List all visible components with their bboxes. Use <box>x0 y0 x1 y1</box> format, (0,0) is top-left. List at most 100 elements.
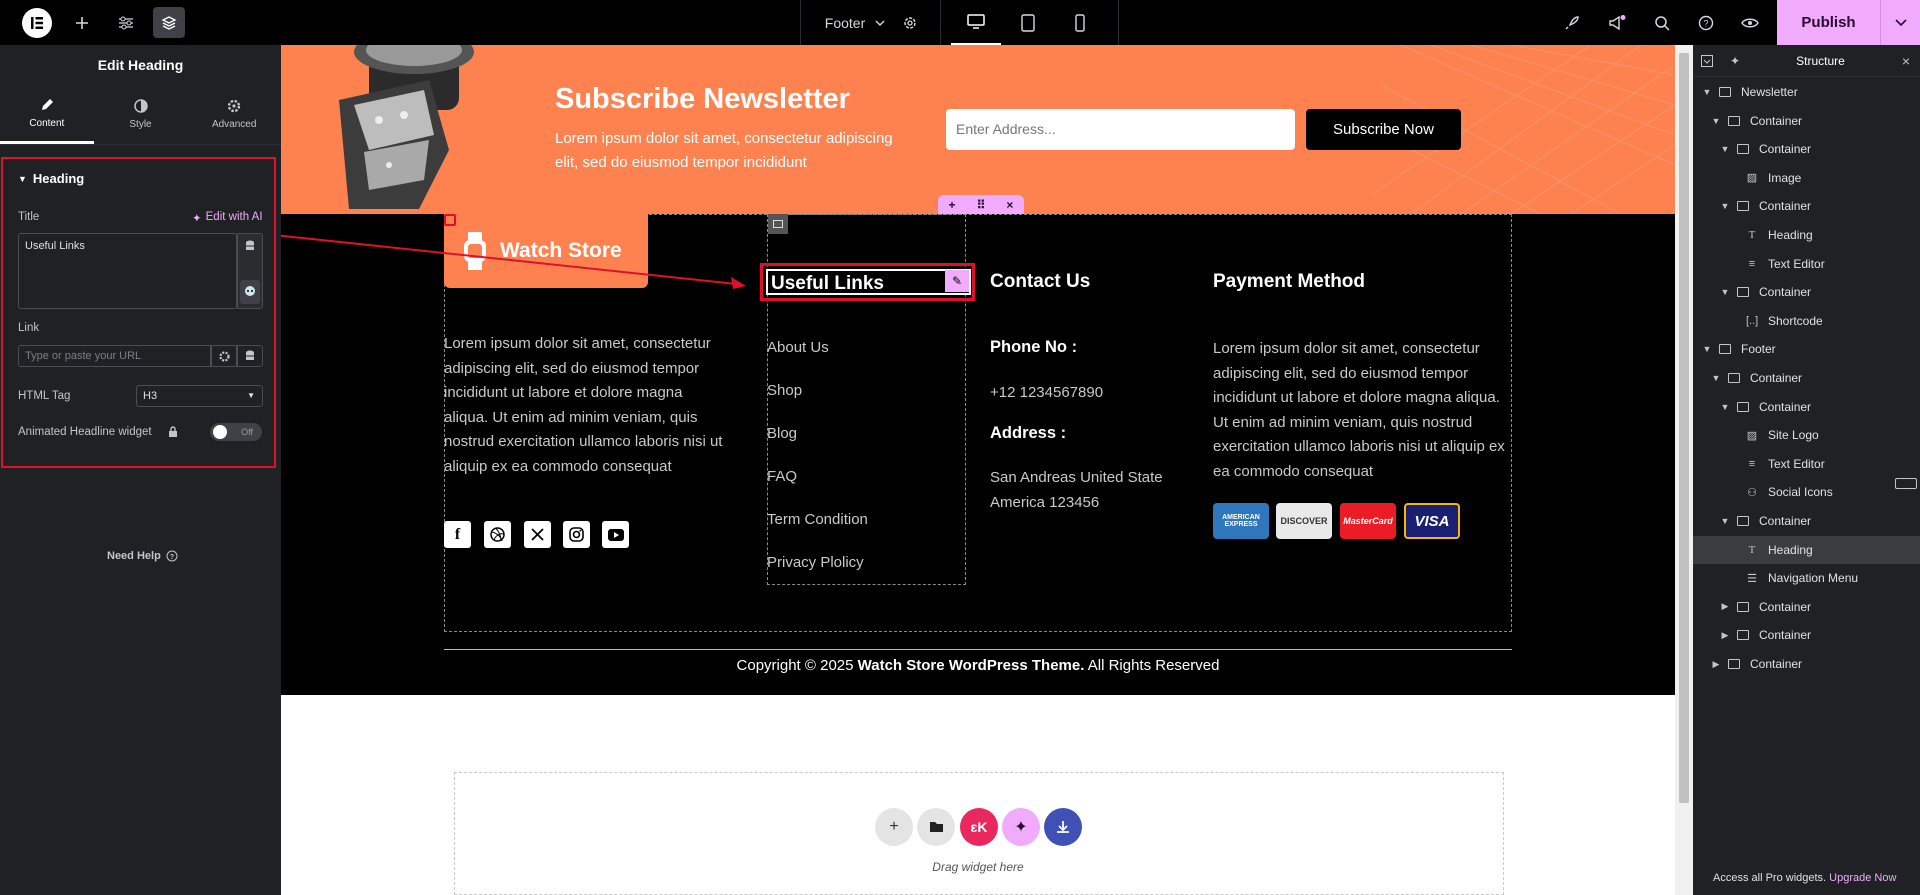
structure-item[interactable]: ⚇ Social Icons <box>1693 478 1920 506</box>
ai-sparkle-icon: ✦ <box>192 213 202 225</box>
drag-handle-icon[interactable]: ⠿ <box>977 198 986 212</box>
template-dropdown[interactable]: Footer <box>810 0 900 45</box>
close-icon[interactable]: × <box>1006 198 1013 212</box>
subscribe-button[interactable]: Subscribe Now <box>1306 109 1461 150</box>
layers-icon[interactable] <box>153 7 185 38</box>
desktop-view-icon[interactable] <box>951 0 1001 45</box>
title-label: Title <box>18 211 40 223</box>
link-options-gear-icon[interactable] <box>211 345 237 367</box>
structure-item[interactable]: ≡ Text Editor <box>1693 250 1920 278</box>
handle-icon[interactable] <box>1895 478 1917 489</box>
animated-headline-toggle[interactable]: Off <box>210 423 262 441</box>
elementskit-icon[interactable]: ɛK <box>960 808 998 846</box>
structure-item[interactable]: ▨ Site Logo <box>1693 421 1920 449</box>
youtube-icon[interactable] <box>602 521 629 548</box>
dribbble-icon[interactable] <box>484 521 511 548</box>
edit-with-ai-button[interactable]: ✦ Edit with AI <box>192 211 263 225</box>
rocket-icon[interactable] <box>1560 0 1584 45</box>
tablet-view-icon[interactable] <box>1003 0 1053 45</box>
instagram-icon[interactable] <box>563 521 590 548</box>
x-twitter-icon[interactable] <box>524 521 551 548</box>
structure-item[interactable]: ▼ Container <box>1693 278 1920 306</box>
caret-icon[interactable]: ▼ <box>1710 116 1722 126</box>
link-dynamic-database-icon[interactable] <box>237 345 263 367</box>
title-textarea[interactable]: Useful Links <box>18 233 237 309</box>
nav-link-shop[interactable]: Shop <box>767 382 802 399</box>
tab-style[interactable]: Style <box>94 85 188 144</box>
search-icon[interactable] <box>1650 0 1674 45</box>
ai-avatar-icon[interactable] <box>240 280 260 304</box>
structure-item[interactable]: ▨ Image <box>1693 164 1920 192</box>
structure-item[interactable]: ▼ Container <box>1693 393 1920 421</box>
pro-text: Access all Pro widgets. <box>1713 872 1830 884</box>
scrollbar-thumb[interactable] <box>1679 53 1689 803</box>
structure-item[interactable]: ▶ Container <box>1693 650 1920 678</box>
structure-item[interactable]: ▼ Container <box>1693 364 1920 392</box>
html-tag-label: HTML Tag <box>18 390 71 402</box>
caret-icon[interactable]: ▼ <box>1719 402 1731 412</box>
chevron-down-icon[interactable] <box>1880 0 1920 45</box>
ai-sparkle-icon[interactable]: ✦ <box>1721 54 1749 68</box>
structure-item-label: Container <box>1759 514 1812 528</box>
need-help-link[interactable]: Need Help? <box>107 550 178 562</box>
site-settings-icon[interactable] <box>112 0 140 45</box>
mobile-view-icon[interactable] <box>1055 0 1105 45</box>
preview-eye-icon[interactable] <box>1738 0 1762 45</box>
help-icon[interactable]: ? <box>1694 0 1718 45</box>
add-element-icon[interactable] <box>68 0 96 45</box>
section-heading-toggle[interactable]: ▼ Heading <box>18 171 84 186</box>
caret-icon[interactable]: ▶ <box>1710 659 1722 670</box>
nav-link-privacy[interactable]: Privacy Plolicy <box>767 554 864 571</box>
structure-item[interactable]: [..] Shortcode <box>1693 307 1920 335</box>
edit-widget-pencil-icon[interactable]: ✎ <box>945 270 969 292</box>
add-section-plus-icon[interactable]: + <box>875 808 913 846</box>
tab-advanced[interactable]: Advanced <box>187 85 281 144</box>
structure-item[interactable]: ☰ Navigation Menu <box>1693 564 1920 592</box>
canvas-scrollbar[interactable] <box>1675 45 1693 895</box>
structure-item[interactable]: T Heading <box>1693 221 1920 249</box>
elementor-logo-icon[interactable] <box>22 8 52 38</box>
nav-link-blog[interactable]: Blog <box>767 425 797 442</box>
structure-item[interactable]: ≡ Text Editor <box>1693 450 1920 478</box>
caret-icon[interactable]: ▶ <box>1719 601 1731 612</box>
nav-link-about[interactable]: About Us <box>767 339 829 356</box>
database-icon[interactable] <box>245 240 255 252</box>
structure-item[interactable]: ▼ Container <box>1693 135 1920 163</box>
caret-icon[interactable]: ▼ <box>1719 144 1731 154</box>
useful-links-heading[interactable]: Useful Links <box>766 269 971 295</box>
caret-icon[interactable]: ▶ <box>1719 630 1731 641</box>
structure-item[interactable]: ▼ Container <box>1693 507 1920 535</box>
email-input[interactable]: Enter Address... <box>946 109 1295 150</box>
structure-item[interactable]: ▶ Container <box>1693 593 1920 621</box>
caret-icon[interactable]: ▼ <box>1719 201 1731 211</box>
nav-link-faq[interactable]: FAQ <box>767 468 797 485</box>
structure-item[interactable]: ▼ Container <box>1693 107 1920 135</box>
collapse-all-icon[interactable] <box>1693 54 1721 67</box>
template-library-folder-icon[interactable] <box>917 808 955 846</box>
top-bar: Footer ? Publish <box>0 0 1920 45</box>
caret-icon[interactable]: ▼ <box>1719 287 1731 297</box>
notifications-megaphone-icon[interactable] <box>1605 0 1629 45</box>
caret-icon[interactable]: ▼ <box>1719 516 1731 526</box>
structure-item[interactable]: ▼ Container <box>1693 192 1920 220</box>
html-tag-select[interactable]: H3 ▼ <box>136 385 263 407</box>
add-section-icon[interactable]: + <box>949 198 956 212</box>
link-url-input[interactable]: Type or paste your URL <box>18 345 211 367</box>
close-icon[interactable]: × <box>1892 53 1920 69</box>
ai-sparkle-icon[interactable]: ✦ <box>1002 808 1040 846</box>
structure-item[interactable]: T Heading <box>1693 535 1920 564</box>
structure-item[interactable]: ▼ Footer <box>1693 335 1920 363</box>
caret-icon[interactable]: ▼ <box>1710 373 1722 383</box>
tab-content[interactable]: Content <box>0 85 94 144</box>
nav-link-terms[interactable]: Term Condition <box>767 511 868 528</box>
publish-button[interactable]: Publish <box>1777 0 1920 45</box>
structure-item[interactable]: ▼ Newsletter <box>1693 78 1920 106</box>
caret-icon[interactable]: ▼ <box>1701 344 1713 354</box>
upgrade-link[interactable]: Upgrade Now <box>1829 872 1896 884</box>
page-settings-gear-icon[interactable] <box>898 0 922 45</box>
section-handle-toolbar[interactable]: + ⠿ × <box>938 195 1024 214</box>
facebook-icon[interactable]: f <box>444 521 471 548</box>
import-download-icon[interactable] <box>1044 808 1082 846</box>
caret-icon[interactable]: ▼ <box>1701 87 1713 97</box>
structure-item[interactable]: ▶ Container <box>1693 621 1920 649</box>
